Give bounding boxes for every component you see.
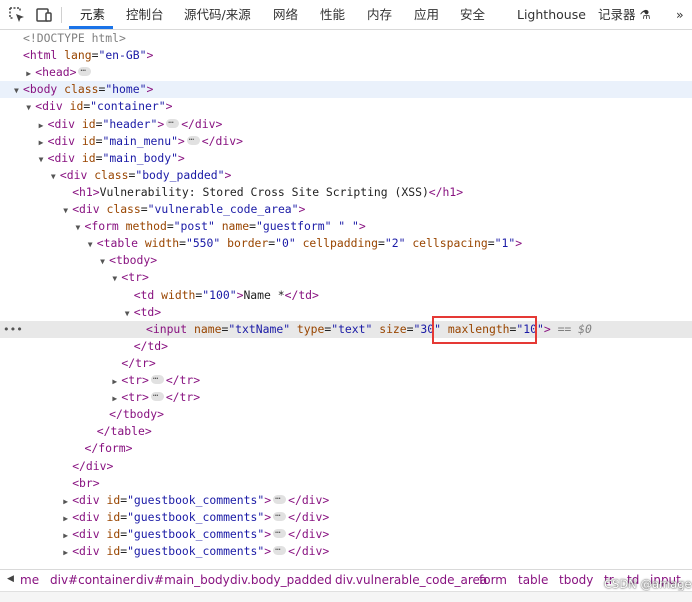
expand-right-icon[interactable]: ▶ (39, 117, 48, 134)
dom-node[interactable]: ▼ <div id="container"> (0, 98, 692, 115)
tab-2[interactable]: 源代码/来源 (184, 0, 251, 29)
expand-down-icon[interactable]: ▼ (51, 168, 60, 185)
dom-node[interactable]: ▶<div id="guestbook_comments"></div> (0, 506, 692, 527)
dom-node[interactable]: </table> (0, 423, 692, 440)
dom-node[interactable]: ▼ <form method="post" name="guestform" " … (0, 218, 692, 235)
collapsed-content-icon[interactable] (186, 130, 200, 147)
crumb-scroll-left-icon[interactable]: ◀ (7, 574, 14, 584)
tab-9[interactable]: 记录器 ⚗ (598, 0, 651, 29)
expand-down-icon[interactable]: ▼ (100, 253, 109, 270)
devtools-toolbar: 元素 控制台 源代码/来源 网络 性能 内存 应用 安全 Lighthouse 记录器 ⚗ » (0, 0, 692, 30)
expand-down-icon[interactable]: ▼ (14, 82, 23, 99)
dom-node[interactable]: <h1>Vulnerability: Stored Cross Site Scr… (0, 184, 692, 201)
dom-tree[interactable]: <!DOCTYPE html> <html lang="en-GB"> ▶ <head… (0, 30, 692, 566)
expand-down-icon[interactable]: ▼ (76, 219, 85, 236)
tab-7[interactable]: 安全 (460, 0, 485, 29)
dom-node[interactable]: ▼ <div class="vulnerable_code_area"> (0, 201, 692, 218)
expand-right-icon[interactable]: ▶ (39, 134, 48, 151)
dom-node[interactable]: ▶<div id="header"></div> (0, 113, 692, 134)
dom-node[interactable]: ▼ <table width="550" border="0" cellpaddi… (0, 235, 692, 252)
tab-4[interactable]: 性能 (320, 0, 345, 29)
selected-dom-node[interactable]: ••• <input name="txtName" type="text" siz… (0, 320, 692, 338)
dom-node[interactable]: </tr> (0, 355, 692, 372)
dom-node[interactable]: ▶<tr></tr> (0, 386, 692, 406)
node-menu-icon[interactable]: ••• (3, 321, 23, 338)
tab-0[interactable]: 元素 (80, 0, 105, 29)
tab-6[interactable]: 应用 (414, 0, 439, 29)
dom-node[interactable]: ▶<tr></tr> (0, 369, 692, 389)
dom-node[interactable]: <html lang="en-GB"> (0, 47, 692, 64)
collapsed-content-icon[interactable] (166, 113, 180, 130)
expand-right-icon[interactable]: ▶ (63, 527, 72, 544)
collapsed-content-icon[interactable] (273, 540, 287, 557)
dom-node[interactable]: <td width="100">Name *</td> (0, 287, 692, 304)
expand-down-icon[interactable]: ▼ (88, 236, 97, 253)
tab-1[interactable]: 控制台 (126, 0, 164, 29)
toolbar-separator (61, 7, 62, 23)
dom-node[interactable]: ▼ <body class="home"> (0, 81, 692, 99)
watermark: CSDN @amage (604, 577, 692, 591)
expand-right-icon[interactable]: ▶ (63, 510, 72, 527)
dom-node[interactable]: </td> (0, 338, 692, 355)
breadcrumb-item[interactable]: div#container (50, 573, 135, 587)
dom-node[interactable]: <!DOCTYPE html> (0, 30, 692, 47)
inspect-element-icon[interactable] (8, 6, 26, 24)
collapsed-content-icon[interactable] (150, 386, 164, 403)
breadcrumb-item[interactable]: div.vulnerable_code_area (335, 573, 487, 587)
tab-10[interactable]: » (676, 0, 684, 29)
tab-8[interactable]: Lighthouse (517, 0, 586, 29)
breadcrumb-item[interactable]: me (20, 573, 39, 587)
breadcrumb-item[interactable]: form (479, 573, 507, 587)
breadcrumb: ◀ me div#container div#main_body div.body_p… (0, 569, 692, 591)
maxlength-highlight-box (432, 316, 537, 344)
dom-node[interactable]: </div> (0, 458, 692, 475)
expand-down-icon[interactable]: ▼ (26, 99, 35, 116)
expand-right-icon[interactable]: ▶ (63, 493, 72, 510)
dom-node[interactable]: <br> (0, 475, 692, 492)
breadcrumb-item[interactable]: tbody (559, 573, 593, 587)
device-toolbar-icon[interactable] (35, 6, 53, 24)
expand-down-icon[interactable]: ▼ (63, 202, 72, 219)
tab-3[interactable]: 网络 (273, 0, 298, 29)
expand-right-icon[interactable]: ▶ (26, 65, 35, 82)
expand-down-icon[interactable]: ▼ (39, 151, 48, 168)
dom-node[interactable]: </form> (0, 440, 692, 457)
breadcrumb-item[interactable]: table (518, 573, 548, 587)
dom-node[interactable]: ▶<div id="guestbook_comments"></div> (0, 489, 692, 510)
dom-node[interactable]: ▼ <div id="main_body"> (0, 150, 692, 167)
collapsed-content-icon[interactable] (273, 506, 287, 523)
dom-node[interactable]: ▶<div id="guestbook_comments"></div> (0, 523, 692, 544)
dom-node[interactable]: ▼ <tbody> (0, 252, 692, 269)
dom-node[interactable]: ▶ <head> (0, 61, 692, 82)
collapsed-content-icon[interactable] (273, 523, 287, 540)
dom-node[interactable]: ▼ <div class="body_padded"> (0, 167, 692, 184)
breadcrumb-item[interactable]: div#main_body (136, 573, 230, 587)
expand-down-icon[interactable]: ▼ (125, 305, 134, 322)
dom-node[interactable]: ▼ <tr> (0, 269, 692, 286)
lower-panel-edge (0, 591, 692, 602)
collapsed-content-icon[interactable] (150, 369, 164, 386)
tab-5[interactable]: 内存 (367, 0, 392, 29)
breadcrumb-item[interactable]: div.body_padded (230, 573, 332, 587)
dom-node[interactable]: ▼ <td> (0, 304, 692, 321)
collapsed-content-icon[interactable] (273, 489, 287, 506)
dom-node[interactable]: ▶<div id="main_menu"></div> (0, 130, 692, 151)
expand-right-icon[interactable]: ▶ (63, 544, 72, 561)
collapsed-content-icon[interactable] (78, 61, 92, 78)
dom-node[interactable]: </tbody> (0, 406, 692, 423)
dom-node[interactable]: ▶<div id="guestbook_comments"></div> (0, 540, 692, 561)
